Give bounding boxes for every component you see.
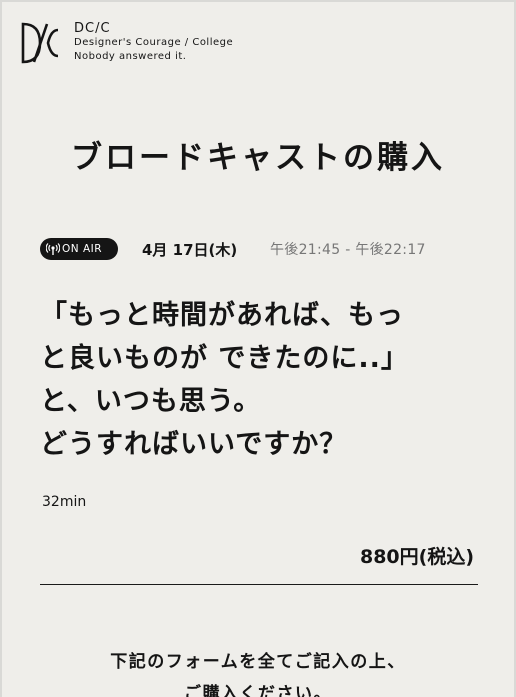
broadcast-time: 午後21:45 - 午後22:17 (270, 242, 426, 258)
site-header: DC/C Designer's Courage / College Nobody… (2, 2, 514, 82)
dcc-logo-icon[interactable] (20, 22, 60, 64)
broadcast-meta: ON AIR 4月 17日(木) 午後21:45 - 午後22:17 (40, 238, 480, 264)
broadcast-price: 880円(税込) (359, 546, 474, 568)
on-air-badge: ON AIR (40, 238, 118, 260)
broadcast-date: 4月 17日(木) (142, 241, 238, 259)
page-title: ブロードキャストの購入 (71, 140, 445, 176)
divider (40, 584, 478, 585)
broadcast-title-line: どうすればいいですか？ (40, 429, 348, 460)
page: DC/C Designer's Courage / College Nobody… (2, 2, 514, 697)
broadcast-title-line: と、いつも思う。 (40, 386, 262, 417)
form-instruction-line: ご購入ください。 (184, 684, 332, 697)
on-air-label: ON AIR (62, 243, 103, 255)
broadcast-title-line: 「もっと時間があれば、もっ (40, 300, 404, 331)
brand-text: DC/C Designer's Courage / College Nobody… (74, 22, 233, 64)
broadcast-duration: 32min (42, 494, 87, 510)
brand-motto: Nobody answered it. (74, 51, 187, 62)
broadcast-title: 「もっと時間があれば、もっ と良いものが できたのに..」 と、いつも思う。 ど… (40, 294, 490, 466)
form-instruction: 下記のフォームを全てご記入の上、 ご購入ください。 (2, 646, 514, 697)
broadcast-icon (46, 243, 60, 255)
brand-tagline: Designer's Courage / College (74, 37, 234, 48)
brand-name: DC/C (74, 21, 111, 36)
form-instruction-line: 下記のフォームを全てご記入の上、 (110, 652, 406, 672)
broadcast-title-line: と良いものが できたのに..」 (40, 343, 409, 374)
